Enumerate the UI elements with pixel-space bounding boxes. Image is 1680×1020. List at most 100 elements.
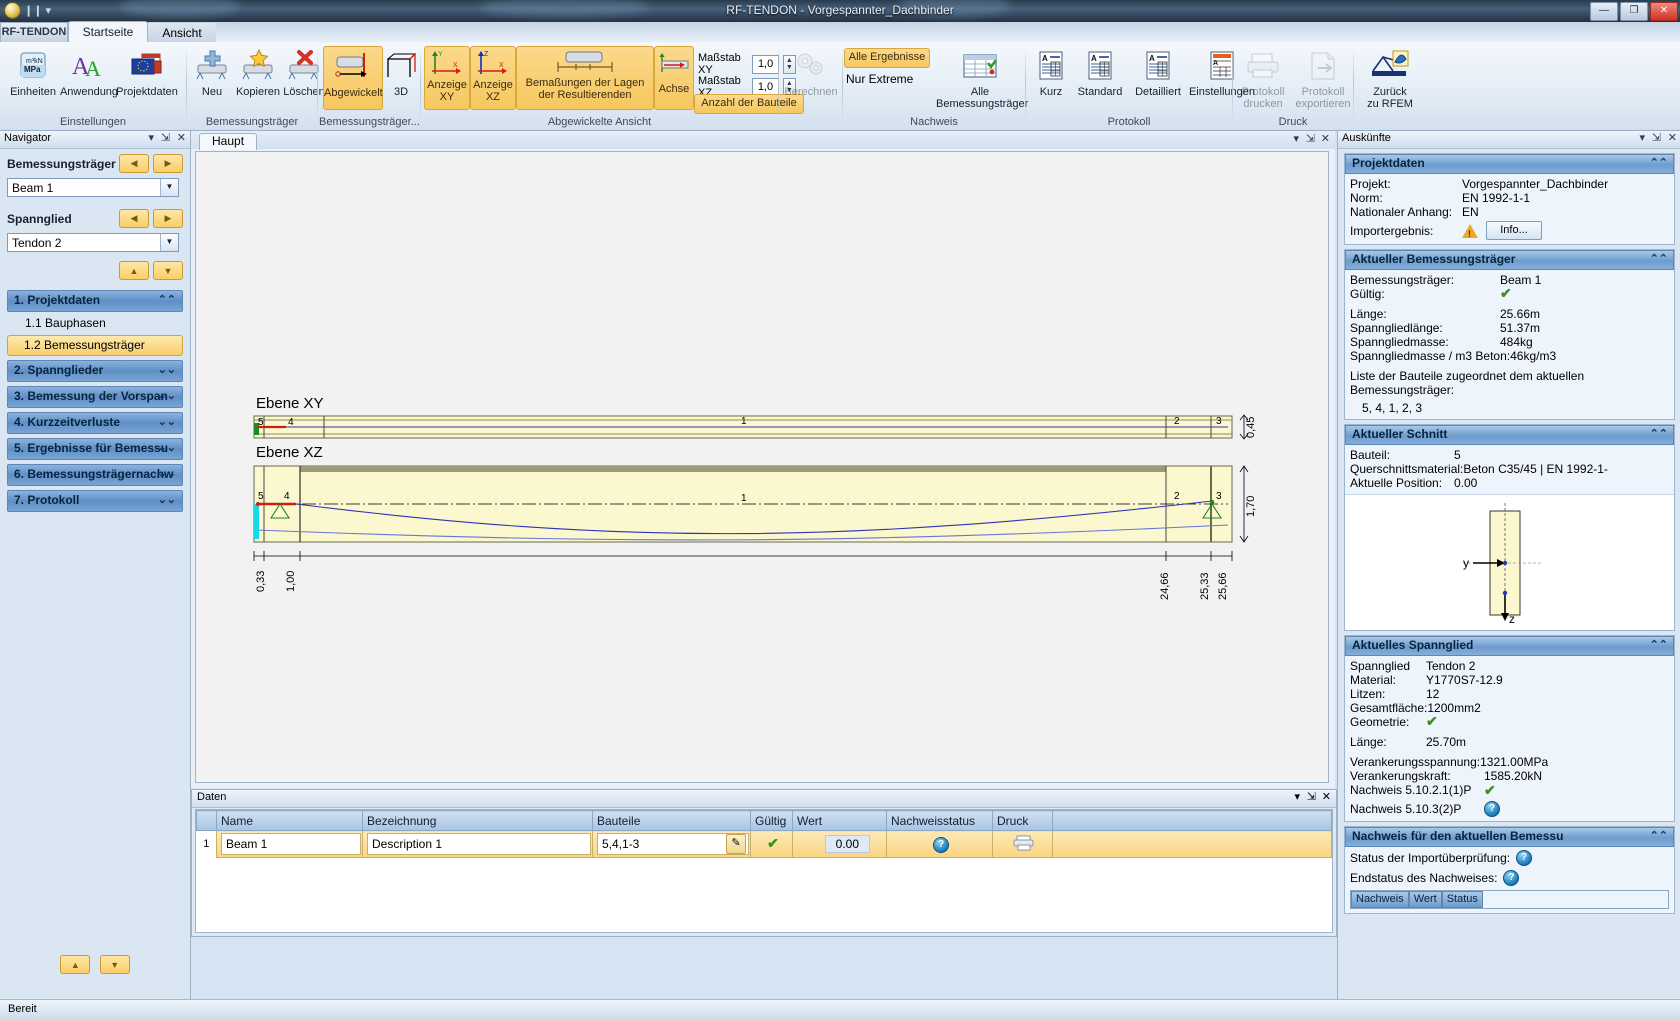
achse-button[interactable]: Achse: [654, 46, 694, 110]
projektdaten-button[interactable]: Projektdaten: [116, 46, 178, 98]
zurueck-zu-rfem-button[interactable]: Zurück zu RFEM: [1357, 46, 1423, 110]
navsection-spannglieder[interactable]: 2. Spannglieder ⌄⌄: [7, 360, 183, 382]
chevron-down-icon[interactable]: ▼: [160, 234, 178, 251]
cell-bauteile[interactable]: 5,4,1-3 ✎: [592, 830, 751, 858]
navsection-projektdaten[interactable]: 1. Projektdaten ⌃⌃: [7, 290, 183, 312]
navsection-kurzzeitverluste[interactable]: 4. Kurzzeitverluste ⌄⌄: [7, 412, 183, 434]
anzeige-xz-button[interactable]: Z X Anzeige XZ: [470, 46, 516, 110]
tab-ansicht[interactable]: Ansicht: [148, 22, 216, 44]
card-aktueller-schnitt-header[interactable]: Aktueller Schnitt ⌃⌃: [1345, 425, 1674, 445]
abgewickelt-button[interactable]: Abgewickelt: [323, 46, 383, 110]
chevron-up-icon[interactable]: ⌃⌃: [1650, 637, 1668, 654]
col-bezeichnung[interactable]: Bezeichnung: [362, 810, 593, 831]
alle-ergebnisse-button[interactable]: Alle Ergebnisse: [844, 48, 930, 68]
document-close-icon[interactable]: ✕: [1321, 132, 1330, 145]
col-name[interactable]: Name: [216, 810, 363, 831]
chevron-down-icon[interactable]: ⌄⌄: [158, 361, 176, 380]
card-aktuelles-spannglied-header[interactable]: Aktuelles Spannglied ⌃⌃: [1345, 636, 1674, 656]
spannglied-combo[interactable]: Tendon 2 ▼: [7, 233, 179, 252]
col-gueltig[interactable]: Gültig: [750, 810, 793, 831]
cell-druck[interactable]: [992, 830, 1053, 858]
chevron-down-icon[interactable]: ⌄⌄: [158, 387, 176, 406]
kurz-button[interactable]: A Kurz: [1027, 46, 1075, 98]
question-icon[interactable]: ?: [1503, 870, 1520, 886]
spannglied-prev-button[interactable]: ◀: [119, 209, 149, 228]
data-dropdown-icon[interactable]: ▾: [1294, 790, 1300, 803]
data-close-icon[interactable]: ✕: [1322, 790, 1331, 803]
nachweis-mini-table[interactable]: Nachweis Wert Status: [1350, 890, 1669, 909]
chevron-down-icon[interactable]: ⌄⌄: [158, 439, 176, 458]
col-bauteile[interactable]: Bauteile: [592, 810, 751, 831]
chevron-up-icon[interactable]: ⌃⌃: [1650, 828, 1668, 845]
nav-scroll-down-button[interactable]: ▼: [99, 955, 130, 974]
mini-col-wert[interactable]: Wert: [1408, 891, 1442, 908]
navsection-protokoll[interactable]: 7. Protokoll ⌄⌄: [7, 490, 183, 512]
chevron-down-icon[interactable]: ⌄⌄: [158, 465, 176, 484]
nav-scroll-up-button[interactable]: ▲: [60, 955, 91, 974]
mini-col-nachweis[interactable]: Nachweis: [1351, 891, 1409, 908]
window-buttons[interactable]: — ❐ ✕: [1590, 2, 1678, 21]
tab-startseite[interactable]: Startseite: [68, 21, 148, 44]
cross-section-preview[interactable]: y z: [1345, 494, 1674, 630]
nav-down-button[interactable]: ▼: [153, 261, 183, 280]
close-button[interactable]: ✕: [1650, 2, 1678, 21]
protokoll-exportieren-button[interactable]: Protokoll exportieren: [1292, 46, 1354, 110]
maximize-button[interactable]: ❐: [1620, 2, 1648, 21]
cell-bezeichnung[interactable]: Description 1: [362, 830, 593, 858]
nav-up-button[interactable]: ▲: [119, 261, 149, 280]
app-tab-rf-tendon[interactable]: RF-TENDON: [0, 22, 68, 43]
document-pin-icon[interactable]: ⇲: [1306, 132, 1315, 145]
bemessungstraeger-prev-button[interactable]: ◀: [119, 154, 149, 173]
data-pin-icon[interactable]: ⇲: [1307, 790, 1316, 803]
detailliert-button[interactable]: A Detailliert: [1127, 46, 1189, 98]
navsection-ergebnisse[interactable]: 5. Ergebnisse für Bemessu ⌄⌄: [7, 438, 183, 460]
edit-pencil-icon[interactable]: ✎: [726, 834, 746, 854]
table-row[interactable]: 1 Beam 1 Description 1 5,4,1-3 ✎ ✔ 0.00 …: [196, 830, 1332, 858]
chevron-down-icon[interactable]: ⌄⌄: [158, 413, 176, 432]
anzeige-xy-button[interactable]: Y X Anzeige XY: [424, 46, 470, 110]
cell-nachweisstatus[interactable]: ?: [886, 830, 993, 858]
printer-icon[interactable]: [1013, 835, 1035, 851]
col-nachweisstatus[interactable]: Nachweisstatus: [886, 810, 993, 831]
info-button[interactable]: Info...: [1486, 221, 1542, 240]
question-icon[interactable]: ?: [933, 836, 949, 853]
chevron-down-icon[interactable]: ▼: [160, 179, 178, 196]
chevron-down-icon[interactable]: ⌄⌄: [158, 491, 176, 510]
nur-extreme-option[interactable]: Nur Extreme: [846, 72, 913, 86]
cell-name[interactable]: Beam 1: [216, 830, 363, 858]
anwendung-button[interactable]: A A Anwendung: [58, 46, 120, 98]
card-aktueller-bt-header[interactable]: Aktueller Bemessungsträger ⌃⌃: [1345, 250, 1674, 270]
auskuenfte-close-icon[interactable]: ✕: [1668, 131, 1677, 144]
berechnen-button[interactable]: Berechnen: [780, 46, 842, 98]
massstab-xy-input[interactable]: 1,0: [752, 54, 780, 74]
document-tab-haupt[interactable]: Haupt: [199, 133, 258, 150]
einheiten-button[interactable]: m³kN MPa Einheiten: [2, 46, 64, 98]
neu-button[interactable]: Neu: [188, 46, 236, 98]
standard-button[interactable]: A Standard: [1071, 46, 1129, 98]
auskuenfte-dropdown-icon[interactable]: ▾: [1639, 131, 1645, 144]
drawing-canvas[interactable]: Ebene XY Ebene XZ 5 4 1 2 3 0,45 5 4 1 2…: [195, 151, 1329, 783]
kopieren-button[interactable]: Kopieren: [232, 46, 284, 98]
data-grid[interactable]: Name Bezeichnung Bauteile Gültig Wert Na…: [195, 809, 1333, 933]
navsection-bemessung-vorspannung[interactable]: 3. Bemessung der Vorspan ⌄⌄: [7, 386, 183, 408]
document-dropdown-icon[interactable]: ▾: [1293, 132, 1299, 145]
navigator-pin-icon[interactable]: ⇲: [161, 131, 170, 144]
navigator-close-icon[interactable]: ✕: [177, 131, 186, 144]
chevron-up-icon[interactable]: ⌃⌃: [1650, 426, 1668, 443]
bemessungstraeger-combo[interactable]: Beam 1 ▼: [7, 178, 179, 197]
navitem-bemessungstraeger[interactable]: 1.2 Bemessungsträger: [7, 335, 183, 356]
navigator-dropdown-icon[interactable]: ▾: [148, 131, 154, 144]
protokoll-drucken-button[interactable]: Protokoll drucken: [1234, 46, 1292, 110]
chevron-up-icon[interactable]: ⌃⌃: [1650, 155, 1668, 172]
alle-bemessungstraeger-button[interactable]: Alle Bemessungsträger: [936, 46, 1028, 110]
bemassungen-lagen-button[interactable]: Bemaßungen der Lagen der Resultierenden: [516, 46, 654, 110]
bemessungstraeger-next-button[interactable]: ▶: [153, 154, 183, 173]
chevron-up-icon[interactable]: ⌃⌃: [158, 291, 176, 310]
auskuenfte-pin-icon[interactable]: ⇲: [1652, 131, 1661, 144]
3d-button[interactable]: 3D: [383, 46, 419, 98]
col-wert[interactable]: Wert: [792, 810, 887, 831]
question-icon[interactable]: ?: [1484, 801, 1500, 817]
question-icon[interactable]: ?: [1516, 850, 1533, 866]
navsection-bemessungstraegernachweis[interactable]: 6. Bemessungsträgernachw ⌄⌄: [7, 464, 183, 486]
spannglied-next-button[interactable]: ▶: [153, 209, 183, 228]
